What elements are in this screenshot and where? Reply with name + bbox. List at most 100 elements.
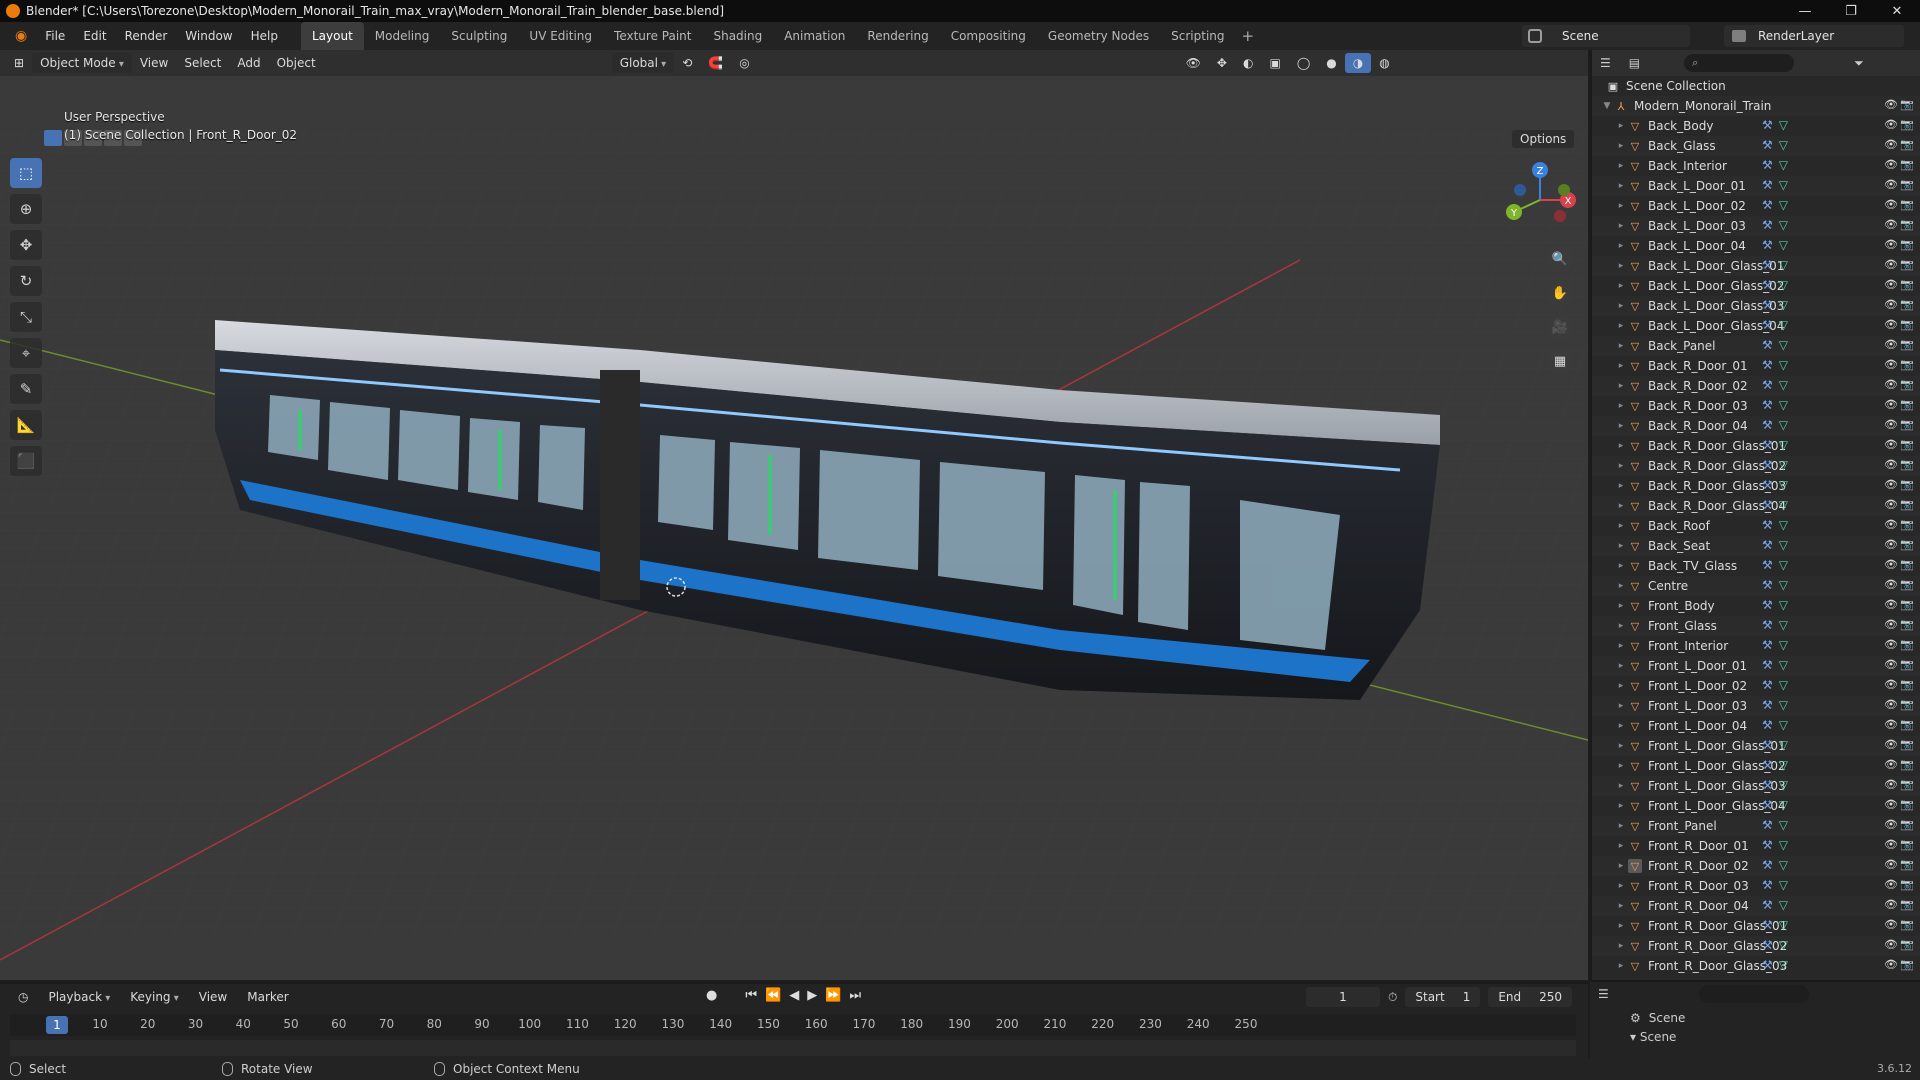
modifier-mesh-icons[interactable]: ⚒▽ [1762, 158, 1794, 172]
options-button[interactable]: Options [1512, 130, 1575, 148]
expand-icon[interactable]: ▸ [1614, 441, 1628, 451]
visibility-eye-icon[interactable]: 👁 [1884, 358, 1898, 371]
render-camera-icon[interactable]: 📷 [1900, 738, 1914, 751]
visibility-icon[interactable]: 👁 [1178, 53, 1209, 73]
orientation-selector[interactable]: Global [611, 53, 675, 73]
modifier-mesh-icons[interactable]: ⚒▽ [1762, 918, 1794, 932]
outliner-item[interactable]: ▸ ▽ Front_R_Door_Glass_01 ⚒▽ 👁 📷 [1592, 916, 1920, 936]
visibility-eye-icon[interactable]: 👁 [1884, 958, 1898, 971]
expand-icon[interactable]: ▸ [1614, 881, 1628, 891]
editor-type-icon[interactable]: ⊞ [6, 53, 32, 73]
render-camera-icon[interactable]: 📷 [1900, 378, 1914, 391]
modifier-mesh-icons[interactable]: ⚒▽ [1762, 358, 1794, 372]
expand-icon[interactable]: ▸ [1614, 841, 1628, 851]
outliner-item[interactable]: ▸ ▽ Back_L_Door_02 ⚒▽ 👁 📷 [1592, 196, 1920, 216]
camera-view-icon[interactable]: 🎥 [1547, 314, 1573, 340]
render-camera-icon[interactable]: 📷 [1900, 458, 1914, 471]
visibility-eye-icon[interactable]: 👁 [1884, 838, 1898, 851]
outliner-item[interactable]: ▸ ▽ Front_L_Door_02 ⚒▽ 👁 📷 [1592, 676, 1920, 696]
tab-texture-paint[interactable]: Texture Paint [603, 22, 702, 50]
outliner-item[interactable]: ▸ ▽ Back_R_Door_02 ⚒▽ 👁 📷 [1592, 376, 1920, 396]
expand-icon[interactable]: ▸ [1614, 241, 1628, 251]
cursor-tool-icon[interactable]: ⊕ [10, 194, 42, 224]
outliner-item[interactable]: ▸ ▽ Back_Seat ⚒▽ 👁 📷 [1592, 536, 1920, 556]
tab-uv-editing[interactable]: UV Editing [518, 22, 603, 50]
visibility-eye-icon[interactable]: 👁 [1884, 98, 1898, 111]
outliner-item[interactable]: ▸ ▽ Back_L_Door_Glass_03 ⚒▽ 👁 📷 [1592, 296, 1920, 316]
tab-modeling[interactable]: Modeling [364, 22, 441, 50]
outliner-item[interactable]: ▸ ▽ Front_R_Door_01 ⚒▽ 👁 📷 [1592, 836, 1920, 856]
render-camera-icon[interactable]: 📷 [1900, 798, 1914, 811]
expand-icon[interactable]: ▸ [1614, 641, 1628, 651]
render-camera-icon[interactable]: 📷 [1900, 918, 1914, 931]
expand-icon[interactable]: ▸ [1614, 621, 1628, 631]
tab-sculpting[interactable]: Sculpting [440, 22, 518, 50]
visibility-eye-icon[interactable]: 👁 [1884, 498, 1898, 511]
modifier-mesh-icons[interactable]: ⚒▽ [1762, 798, 1794, 812]
expand-icon[interactable]: ▸ [1614, 361, 1628, 371]
modifier-mesh-icons[interactable]: ⚒▽ [1762, 438, 1794, 452]
expand-icon[interactable]: ▸ [1614, 661, 1628, 671]
rendered-shading-icon[interactable]: ◍ [1371, 53, 1397, 73]
render-camera-icon[interactable]: 📷 [1900, 418, 1914, 431]
visibility-eye-icon[interactable]: 👁 [1884, 558, 1898, 571]
outliner-item[interactable]: ▸ ▽ Front_L_Door_Glass_03 ⚒▽ 👁 📷 [1592, 776, 1920, 796]
menu-file[interactable]: File [36, 22, 74, 50]
outliner-item[interactable]: ▸ ▽ Front_Panel ⚒▽ 👁 📷 [1592, 816, 1920, 836]
minimize-button[interactable]: — [1782, 0, 1828, 22]
expand-icon[interactable]: ▸ [1614, 161, 1628, 171]
expand-icon[interactable]: ▸ [1614, 401, 1628, 411]
render-camera-icon[interactable]: 📷 [1900, 758, 1914, 771]
render-camera-icon[interactable]: 📷 [1900, 678, 1914, 691]
visibility-eye-icon[interactable]: 👁 [1884, 578, 1898, 591]
modifier-mesh-icons[interactable]: ⚒▽ [1762, 178, 1794, 192]
play-icon[interactable]: ▶ [807, 988, 817, 1003]
proportional-edit-icon[interactable]: ◎ [731, 53, 757, 73]
visibility-eye-icon[interactable]: 👁 [1884, 918, 1898, 931]
play-reverse-icon[interactable]: ◀ [789, 988, 799, 1003]
render-layer-selector[interactable]: RenderLayer [1724, 25, 1904, 47]
expand-icon[interactable]: ▸ [1614, 181, 1628, 191]
menu-help[interactable]: Help [242, 22, 287, 50]
expand-icon[interactable]: ▸ [1614, 261, 1628, 271]
outliner-item[interactable]: ▸ ▽ Back_L_Door_03 ⚒▽ 👁 📷 [1592, 216, 1920, 236]
outliner-item[interactable]: ▸ ▽ Back_TV_Glass ⚒▽ 👁 📷 [1592, 556, 1920, 576]
properties-search-input[interactable] [1698, 985, 1809, 1003]
outliner-item[interactable]: ▸ ▽ Front_Glass ⚒▽ 👁 📷 [1592, 616, 1920, 636]
visibility-eye-icon[interactable]: 👁 [1884, 198, 1898, 211]
outliner-item[interactable]: ▸ ▽ Front_L_Door_01 ⚒▽ 👁 📷 [1592, 656, 1920, 676]
outliner-item[interactable]: ▸ ▽ Back_Panel ⚒▽ 👁 📷 [1592, 336, 1920, 356]
expand-icon[interactable]: ▸ [1614, 221, 1628, 231]
outliner-item[interactable]: ▸ ▽ Front_R_Door_Glass_03 ⚒▽ 👁 📷 [1592, 956, 1920, 976]
expand-icon[interactable]: ▸ [1614, 341, 1628, 351]
expand-icon[interactable]: ▸ [1614, 861, 1628, 871]
render-camera-icon[interactable]: 📷 [1900, 278, 1914, 291]
move-tool-icon[interactable]: ✥ [10, 230, 42, 260]
transform-tool-icon[interactable]: ⌖ [10, 338, 42, 368]
start-frame-field[interactable]: Start 1 [1405, 987, 1481, 1007]
outliner-item[interactable]: ▸ ▽ Front_L_Door_03 ⚒▽ 👁 📷 [1592, 696, 1920, 716]
tab-shading[interactable]: Shading [702, 22, 773, 50]
modifier-mesh-icons[interactable]: ⚒▽ [1762, 418, 1794, 432]
modifier-mesh-icons[interactable]: ⚒▽ [1762, 858, 1794, 872]
modifier-mesh-icons[interactable]: ⚒▽ [1762, 818, 1794, 832]
end-frame-field[interactable]: End 250 [1488, 987, 1573, 1007]
modifier-mesh-icons[interactable]: ⚒▽ [1762, 958, 1794, 972]
outliner-item[interactable]: ▸ ▽ Back_L_Door_Glass_01 ⚒▽ 👁 📷 [1592, 256, 1920, 276]
modifier-mesh-icons[interactable]: ⚒▽ [1762, 738, 1794, 752]
gizmo-toggle-icon[interactable]: ✥ [1209, 53, 1235, 73]
visibility-eye-icon[interactable]: 👁 [1884, 858, 1898, 871]
modifier-mesh-icons[interactable]: ⚒▽ [1762, 538, 1794, 552]
modifier-mesh-icons[interactable]: ⚒▽ [1762, 258, 1794, 272]
modifier-mesh-icons[interactable]: ⚒▽ [1762, 678, 1794, 692]
outliner-item[interactable]: ▸ ▽ Back_L_Door_Glass_02 ⚒▽ 👁 📷 [1592, 276, 1920, 296]
outliner-item[interactable]: ▸ ▽ Front_Interior ⚒▽ 👁 📷 [1592, 636, 1920, 656]
render-camera-icon[interactable]: 📷 [1900, 838, 1914, 851]
modifier-mesh-icons[interactable]: ⚒▽ [1762, 518, 1794, 532]
modifier-mesh-icons[interactable]: ⚒▽ [1762, 758, 1794, 772]
expand-icon[interactable]: ▸ [1614, 501, 1628, 511]
expand-icon[interactable]: ▸ [1614, 281, 1628, 291]
render-camera-icon[interactable]: 📷 [1900, 878, 1914, 891]
3d-viewport[interactable]: ⊞ Object Mode View Select Add Object Glo… [0, 50, 1588, 980]
render-camera-icon[interactable]: 📷 [1900, 658, 1914, 671]
